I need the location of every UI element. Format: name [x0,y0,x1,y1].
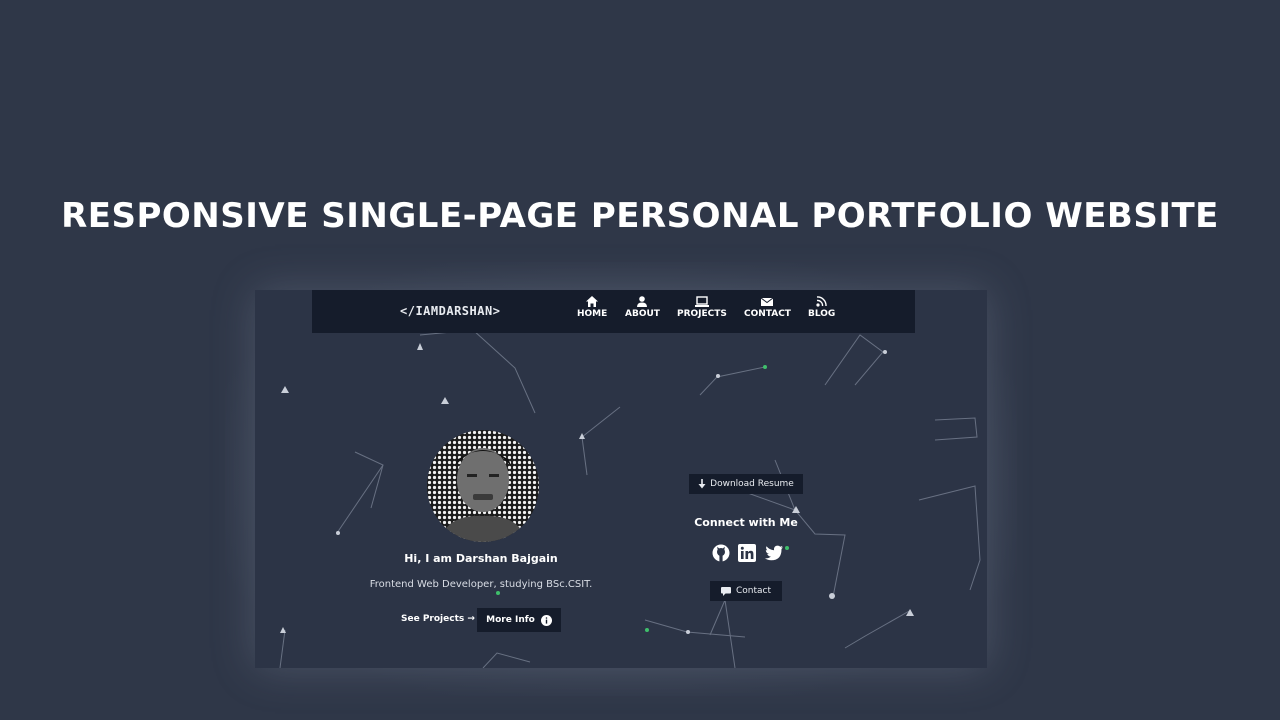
nav-contact-label: CONTACT [744,309,791,319]
site-logo[interactable]: </IAMDARSHAN> [400,304,500,318]
info-icon [540,614,552,626]
social-links [709,544,787,564]
particle-network-background [279,329,981,668]
top-navbar: </IAMDARSHAN> HOME ABOUT PROJECTS CONTAC… [312,290,915,333]
user-icon [637,296,648,307]
download-resume-button[interactable]: Download Resume [689,474,803,494]
more-info-button[interactable]: More Info [477,608,561,632]
profile-avatar [427,430,539,542]
nav-about-label: ABOUT [625,309,660,319]
contact-button-label: Contact [735,586,771,596]
more-info-label: More Info [486,615,535,625]
envelope-icon [761,297,774,306]
linkedin-icon[interactable] [738,544,756,564]
laptop-icon [694,296,709,307]
download-resume-label: Download Resume [710,479,794,489]
nav-home-label: HOME [577,309,608,319]
twitter-icon[interactable] [764,544,784,564]
nav-projects[interactable]: PROJECTS [677,296,727,319]
home-icon [586,296,599,307]
contact-button[interactable]: Contact [710,581,782,601]
connect-heading: Connect with Me [694,516,798,529]
rss-icon [816,296,827,307]
nav-blog[interactable]: BLOG [808,296,835,319]
nav-about[interactable]: ABOUT [625,296,660,319]
github-icon[interactable] [712,544,730,564]
download-arrow-icon [698,479,706,489]
page-title: RESPONSIVE SINGLE-PAGE PERSONAL PORTFOLI… [61,196,1219,236]
hero-greeting: Hi, I am Darshan Bajgain [404,552,558,565]
website-preview: </IAMDARSHAN> HOME ABOUT PROJECTS CONTAC… [255,290,987,668]
nav-contact[interactable]: CONTACT [744,296,791,319]
nav-projects-label: PROJECTS [677,309,727,319]
nav-home[interactable]: HOME [577,296,607,319]
see-projects-link[interactable]: See Projects → [401,614,475,624]
nav-blog-label: BLOG [808,309,836,319]
chat-icon [720,586,731,596]
hero-subtitle: Frontend Web Developer, studying BSc.CSI… [369,579,593,590]
